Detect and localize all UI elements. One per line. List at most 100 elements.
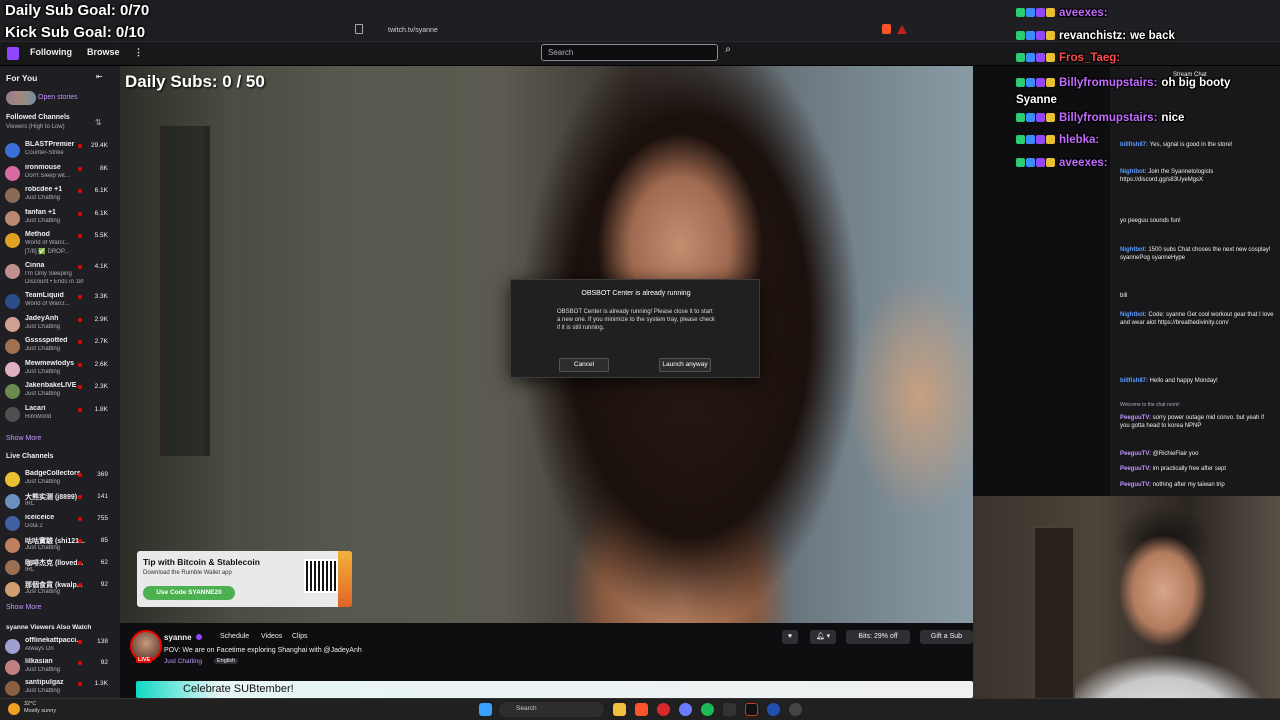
address-bar[interactable]: twitch.tv/syanne [370,23,910,39]
weather-icon[interactable] [8,703,20,715]
sidebar-channel-row[interactable]: Gsssspotted Just Chatting 2.7K [0,336,120,358]
stories-avatars[interactable] [6,91,36,105]
channel-category: IRL [25,567,35,573]
chat-badge-icon [1026,53,1035,62]
windows-start-icon[interactable] [479,703,492,716]
gift-sub-button[interactable]: Gift a Sub [920,630,973,644]
chat-text: im practically free after sept [1152,466,1227,472]
chat-message: billfish87: Hello and happy Monday! [1120,377,1275,385]
search-icon[interactable]: ⌕ [720,44,736,61]
category-link[interactable]: Just Chatting [164,658,202,665]
follow-heart-icon[interactable]: ♥ [782,630,798,644]
channel-category: Just Chatting [25,217,61,224]
chat-username[interactable]: PeeguuTV: [1120,482,1153,488]
sidebar-channel-row[interactable]: 大熊实测 (j8899) IRL 141 [0,491,120,513]
sidebar-channel-row[interactable]: 咖啡杰克 (lloved... IRL 62 [0,557,120,579]
tab-schedule[interactable]: Schedule [220,633,249,640]
live-dot-icon [78,211,82,216]
show-more-followed[interactable]: Show More [6,435,41,442]
sidebar-channel-row[interactable]: iceiceice Dota 2 755 [0,513,120,535]
sidebar-channel-row[interactable]: lilkasian Just Chatting 92 [0,657,120,679]
sidebar-channel-row[interactable]: JakenbakeLIVE Just Chatting 2.3K [0,381,120,403]
chat-badge-icon [1046,113,1055,122]
sidebar-channel-row[interactable]: JadeyAnh Just Chatting 2.9K [0,314,120,336]
spotify-icon[interactable] [701,703,714,716]
language-tag[interactable]: English [214,658,239,664]
overlay-chat-line: hlebka: [1016,134,1103,146]
sidebar-channel-row[interactable]: offlinekattpacci... Always On 138 [0,636,120,658]
sidebar-channel-row[interactable]: BadgeCollectors Just Chatting 369 [0,469,120,491]
chat-message: PeeguuTV: nothing after my taiwan trip [1120,481,1275,489]
sidebar-channel-row[interactable]: fanfan +1 Just Chatting 6.1K [0,208,120,230]
bits-button[interactable]: Bits: 29% off [846,630,910,644]
webcam-door [1033,526,1075,706]
overlay-chat-text: nice [1161,112,1185,124]
sidebar-channel-row[interactable]: Cinna I'm Only Sleeping 4.1K Discount • End… [0,261,120,285]
sort-icon[interactable]: ⇅ [95,118,102,127]
chat-badge-icon [1036,158,1045,167]
sidebar-channel-row[interactable]: Method World of Warcr... 5.5K [7/8] ✅ DROP.… [0,230,120,255]
nav-more-icon[interactable]: ⋮ [134,47,143,58]
chat-username[interactable]: PeeguuTV: [1120,466,1153,472]
sidebar-channel-row[interactable]: 那個食貨 (kwalp... Just Chatting 92 [0,579,120,601]
sidebar-channel-row[interactable]: TeamLiquid World of Warcr... 3.3K [0,291,120,313]
sidebar-channel-row[interactable]: Mewmewlodys Just Chatting 2.6K [0,359,120,381]
bookmark-icon[interactable] [355,24,363,34]
cancel-button[interactable]: Cancel [559,358,609,372]
nav-browse[interactable]: Browse [87,47,120,57]
taskbar-search[interactable]: Search [499,702,604,717]
chat-username[interactable]: PeeguuTV: [1120,451,1153,457]
app-blue-icon[interactable] [767,703,780,716]
overlay-chat-username: hlebka: [1059,134,1100,146]
channel-category: Counter-Strike [25,150,64,156]
open-stories-link[interactable]: Open stories [38,94,78,101]
brave-shield-icon[interactable] [882,24,891,34]
tab-clips[interactable]: Clips [292,633,308,640]
sidebar-channel-row[interactable]: santipulgaz Just Chatting 1.3K [0,678,120,700]
chat-username[interactable]: Nightbot: [1120,247,1148,253]
ad-code-button[interactable]: Use Code SYANNE20 [143,586,235,600]
app-icon[interactable] [723,703,736,716]
search-input[interactable]: Search [541,44,718,61]
chat-username[interactable]: PeeguuTV: [1120,415,1153,421]
show-more-live[interactable]: Show More [6,604,41,611]
channel-name[interactable]: syanne [164,633,192,642]
sidebar-channel-row[interactable]: ironmouse Don't Sleep wit... 8K [0,163,120,185]
viewer-count: 138 [97,638,108,645]
nav-following[interactable]: Following [30,47,72,57]
chat-username[interactable]: Nightbot: [1120,169,1148,175]
chat-badge-icon [1036,78,1045,87]
channel-name: Method [25,231,50,238]
sort-label[interactable]: Viewers (High to Low) [6,124,65,130]
sidebar-channel-row[interactable]: robcdee +1 Just Chatting 6.1K [0,185,120,207]
capcut-icon[interactable] [745,703,758,716]
sidebar-channel-row[interactable]: Lacari RimWorld 1.8K [0,404,120,426]
collapse-sidebar-icon[interactable]: ⇤ [96,72,103,81]
brave-rewards-icon[interactable] [897,25,907,34]
subtember-banner[interactable]: Celebrate SUBtember! [136,681,973,698]
notification-bell-icon[interactable]: 🔔︎ ▾ [810,630,836,644]
twitch-logo-icon[interactable] [7,47,19,60]
file-explorer-icon[interactable] [613,703,626,716]
brave-browser-icon[interactable] [635,703,648,716]
weather-widget[interactable]: 32°C Mostly sunny [24,701,56,715]
discord-icon[interactable] [679,703,692,716]
overlay-chat-line: Billyfromupstairs: oh big booty Syanne [1016,75,1271,109]
live-dot-icon [78,385,82,389]
chat-username[interactable]: billfish87: [1120,378,1150,384]
viewer-count: 62 [100,559,108,566]
settings-icon[interactable] [789,703,802,716]
chat-badge-icon [1026,158,1035,167]
launch-anyway-button[interactable]: Launch anyway [659,358,711,372]
sidebar-channel-row[interactable]: 咕咕實驗 (shi121... Just Chatting 85 [0,535,120,557]
channel-name: Mewmewlodys [25,359,75,367]
chat-username[interactable]: billfish87: [1120,142,1150,148]
obs-icon[interactable] [657,703,670,716]
channel-category: Just Chatting [25,323,61,330]
chat-message: PeeguuTV: sorry power outage mid convo. … [1120,414,1275,430]
chat-username[interactable]: Nightbot: [1120,312,1148,318]
sidebar-channel-row[interactable]: BLASTPremier Counter-Strike 29.4K [0,140,120,162]
chat-message: PeeguuTV: im practically free after sept [1120,465,1275,473]
tab-videos[interactable]: Videos [261,633,282,640]
chat-badge-icon [1026,135,1035,144]
